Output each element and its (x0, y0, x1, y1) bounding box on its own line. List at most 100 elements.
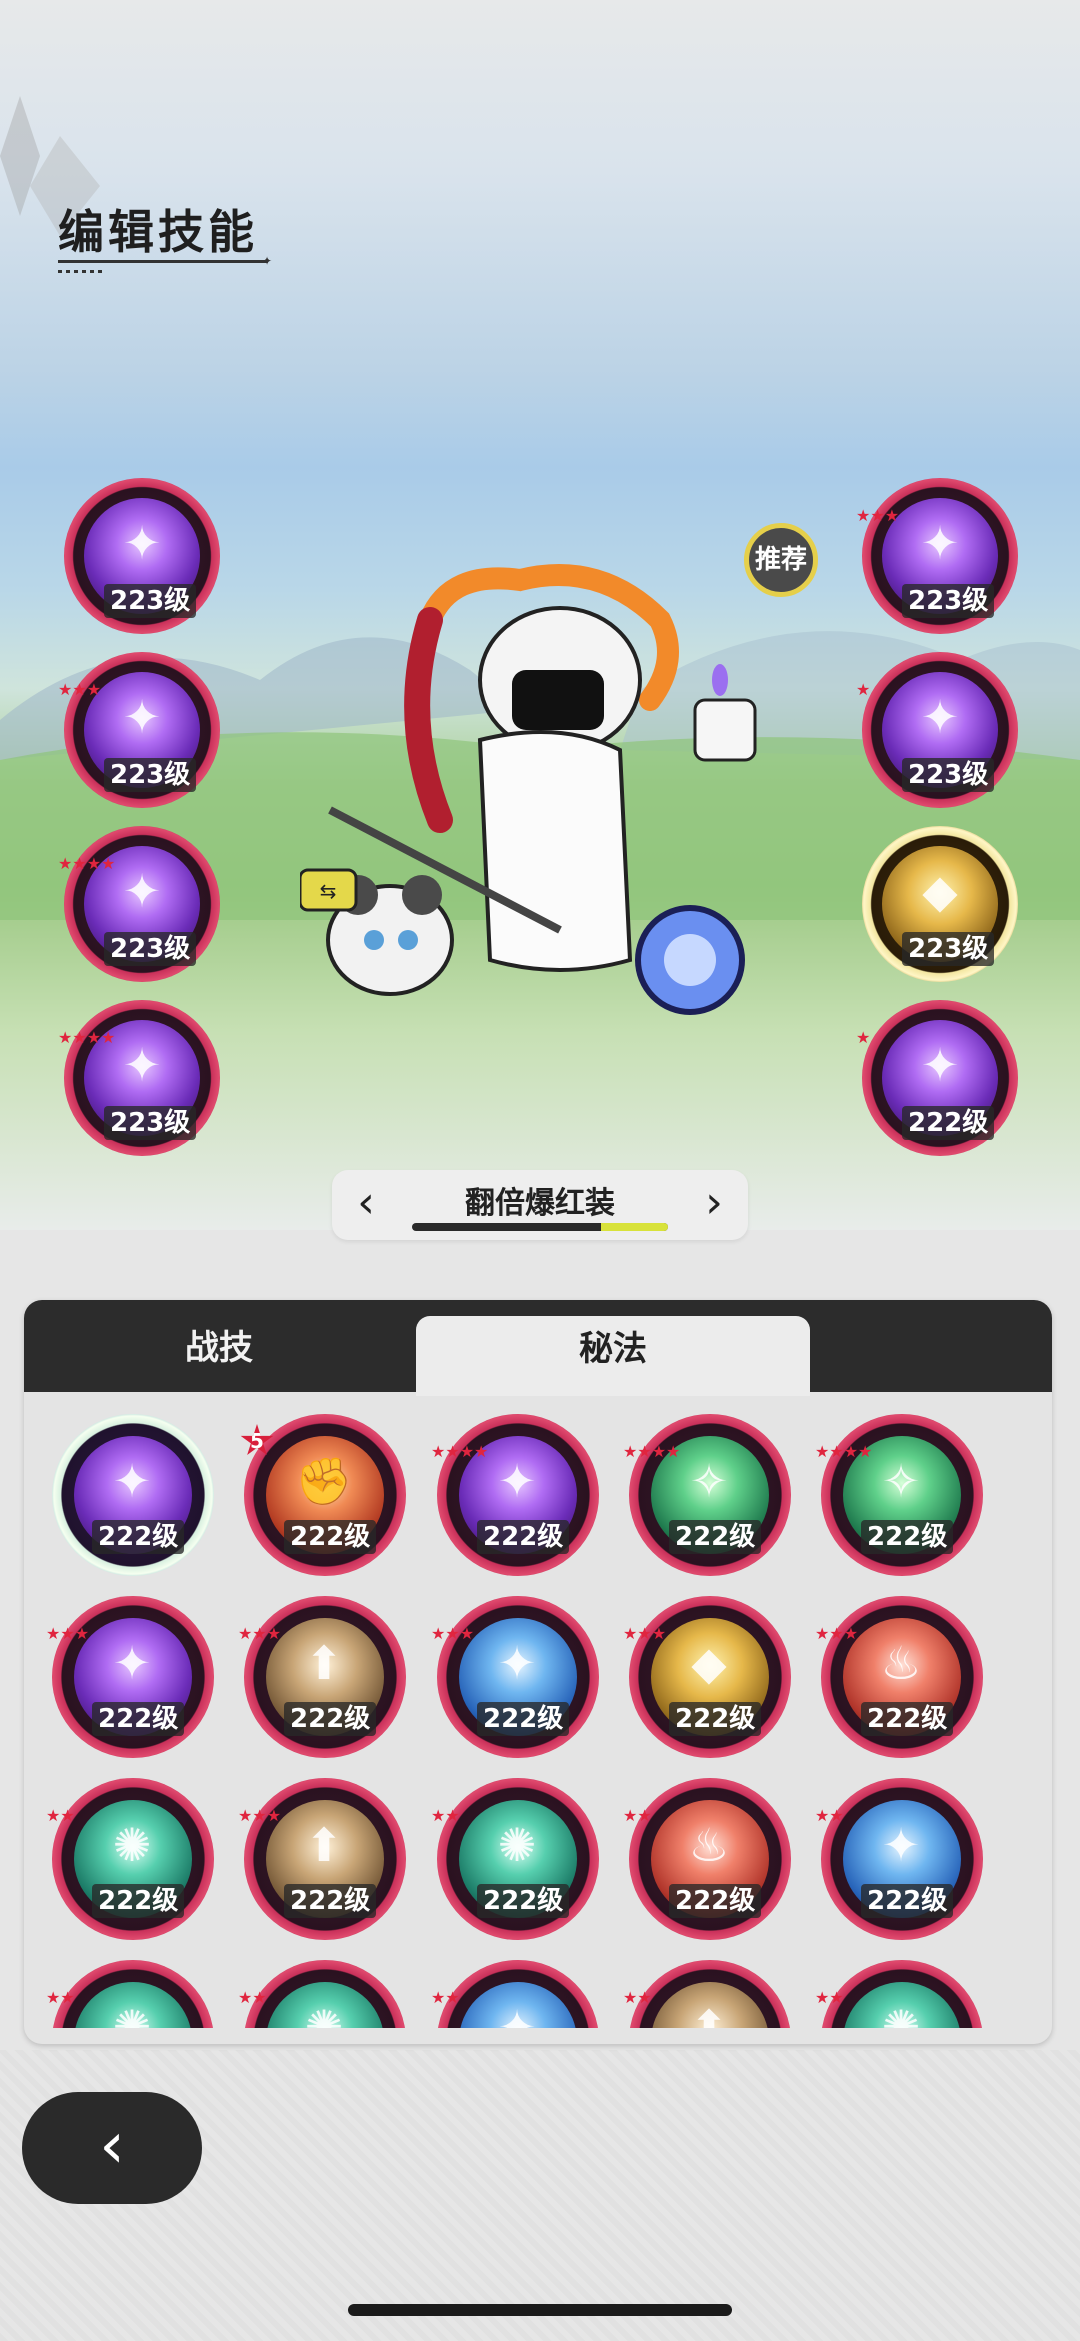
skill-glyph: ✧ (881, 1454, 921, 1508)
star-rank-icon: ★★★ (623, 1624, 667, 1643)
title-underline (58, 260, 268, 263)
skill-grid-item[interactable]: ✊ 5 222级 (240, 1414, 406, 1576)
skill-glyph: ✦ (920, 1038, 960, 1092)
skill-level-label: 223级 (104, 758, 197, 792)
outfit-page-indicator-fill (601, 1223, 668, 1231)
skill-glyph: ✦ (112, 1636, 152, 1690)
skill-level-label: 222级 (477, 1884, 570, 1918)
equipped-skill-right[interactable]: ✦ ★★★ 223级 (856, 478, 1018, 634)
skill-glyph: ✦ (122, 516, 162, 570)
skill-level-label: 222级 (669, 1520, 762, 1554)
skill-level-label: 222级 (902, 1106, 995, 1140)
skill-glyph: ✺ (112, 1818, 152, 1872)
skill-level-label: 222级 (477, 1520, 570, 1554)
skill-glyph: ✦ (497, 1636, 537, 1690)
equipped-skill-left[interactable]: ✦ 223级 (64, 478, 220, 634)
star-rank-icon: ★★ (815, 1988, 844, 2007)
star-rank-icon: ★★★★ (58, 1028, 116, 1047)
skill-level-label: 222级 (284, 1520, 377, 1554)
skill-glyph: ✊ (295, 1454, 353, 1508)
skill-grid-item[interactable]: ✦ ★★★ 222级 (46, 1596, 214, 1758)
skill-glyph: ⬆ (689, 2000, 729, 2028)
partial-skill-icon: ✦ (459, 1982, 577, 2028)
skill-glyph: ✦ (497, 2000, 537, 2028)
skill-grid-item[interactable]: ✺ ★★ (238, 1960, 406, 2028)
star-rank-icon: ★★★★ (431, 1442, 489, 1461)
outfit-name: 翻倍爆红装 (465, 1186, 615, 1221)
title-star-icon: ✦ (262, 254, 273, 268)
star-rank-icon: ★★ (46, 1988, 75, 2007)
skill-level-label: 223级 (104, 1106, 197, 1140)
star-rank-icon: ★★★ (431, 1624, 475, 1643)
skill-grid-item[interactable]: ⬆ ★★★ 222级 (238, 1778, 406, 1940)
skill-level-label: 222级 (861, 1702, 954, 1736)
skill-grid-item[interactable]: ⬆ ★★ (623, 1960, 791, 2028)
equipped-skill-left[interactable]: ✦ ★★★★ 223级 (58, 1000, 220, 1156)
skill-glyph: ✦ (881, 1818, 921, 1872)
skill-glyph: ◆ (922, 864, 958, 918)
skill-grid-item[interactable]: ♨ ★★ 222级 (623, 1778, 791, 1940)
skill-level-label: 222级 (92, 1520, 185, 1554)
skill-glyph: ✦ (497, 1454, 537, 1508)
skill-level-label: 223级 (902, 584, 995, 618)
skill-grid-item[interactable]: ✦ ★★★★ 222级 (431, 1414, 599, 1576)
star-rank-icon: ★★ (431, 1806, 460, 1825)
tab-bar: 战技 秘法 (24, 1300, 1052, 1396)
skill-grid-item[interactable]: ✦ 222级 (52, 1414, 214, 1576)
skill-grid-item[interactable]: ✦ ★★★ 222级 (431, 1596, 599, 1758)
skill-grid-item[interactable]: ⬆ ★★★ 222级 (238, 1596, 406, 1758)
skill-grid-item[interactable]: ✺ ★★ 222级 (431, 1778, 599, 1940)
character-illustration: ⇆ (300, 564, 757, 1015)
outfit-selector: ‹ 翻倍爆红装 › (332, 1170, 748, 1240)
skill-glyph: ♨ (880, 1636, 922, 1690)
skill-level-label: 222级 (284, 1702, 377, 1736)
partial-skill-icon: ⬆ (651, 1982, 769, 2028)
star-rank-icon: ★ (856, 1028, 871, 1047)
skill-glyph: ✺ (112, 2000, 152, 2028)
star-rank-icon: ★★★ (815, 1624, 859, 1643)
skill-grid-item[interactable]: ◆ ★★★ 222级 (623, 1596, 791, 1758)
tab-combat-skills[interactable]: 战技 (24, 1300, 414, 1392)
equipped-skill-left[interactable]: ✦ ★★★ 223级 (58, 652, 220, 808)
back-button[interactable]: ‹ (22, 2092, 202, 2204)
skill-grid-item[interactable]: ✦ ★★ (431, 1960, 599, 2028)
skill-glyph: ♨ (688, 1818, 730, 1872)
star-rank-icon: ★★★ (46, 1624, 90, 1643)
partial-skill-icon: ✺ (74, 1982, 192, 2028)
skill-grid-item[interactable]: ✧ ★★★★ 222级 (815, 1414, 983, 1576)
equipped-skill-left[interactable]: ✦ ★★★★ 223级 (58, 826, 220, 982)
skill-grid-item[interactable]: ♨ ★★★ 222级 (815, 1596, 983, 1758)
equipped-skill-right[interactable]: ✦ ★ 223级 (856, 652, 1018, 808)
skill-glyph: ✦ (122, 690, 162, 744)
skill-grid-item[interactable]: ✦ ★★ 222级 (815, 1778, 983, 1940)
skill-grid-item[interactable]: ✺ ★★ (815, 1960, 983, 2028)
skill-glyph: ✺ (304, 2000, 344, 2028)
skill-glyph: ✧ (689, 1454, 729, 1508)
star-rank-icon: ★★ (815, 1806, 844, 1825)
skill-glyph: ✺ (497, 1818, 537, 1872)
equipped-skill-right[interactable]: ✦ ★ 222级 (856, 1000, 1018, 1156)
star-rank-icon: ★★★ (238, 1806, 282, 1825)
skill-level-label: 223级 (104, 932, 197, 966)
partial-skill-icon: ✺ (843, 1982, 961, 2028)
equipped-skill-right[interactable]: ◆ 223级 (862, 826, 1018, 982)
skill-grid-item[interactable]: ✧ ★★★★ 222级 (623, 1414, 791, 1576)
star-rank-icon: ★★ (623, 1988, 652, 2007)
page-title: 编辑技能 (58, 205, 258, 259)
skill-grid-item[interactable]: ✺ ★★ 222级 (46, 1778, 214, 1940)
outfit-next-button[interactable]: › (692, 1178, 736, 1228)
skill-level-label: 223级 (104, 584, 197, 618)
star-rank-icon: ★ (856, 680, 871, 699)
skill-level-label: 222级 (284, 1884, 377, 1918)
star-rank-icon: ★★★★ (58, 854, 116, 873)
skill-glyph: ✺ (881, 2000, 921, 2028)
skill-level-label: 222级 (669, 1702, 762, 1736)
title-dots (58, 270, 106, 273)
skill-level-label: 222级 (92, 1884, 185, 1918)
tab-arcane-skills[interactable]: 秘法 (416, 1316, 810, 1396)
skill-glyph: ⬆ (304, 1818, 344, 1872)
skill-level-label: 222级 (861, 1884, 954, 1918)
skill-grid-item[interactable]: ✺ ★★ (46, 1960, 214, 2028)
skill-level-label: 223级 (902, 932, 995, 966)
star-rank-icon: ★★★★ (623, 1442, 681, 1461)
